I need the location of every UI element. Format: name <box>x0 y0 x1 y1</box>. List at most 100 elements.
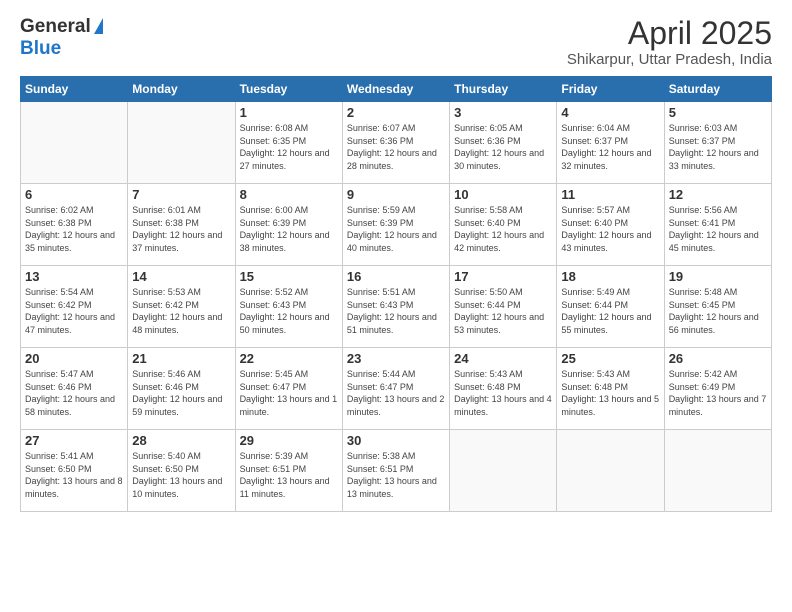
calendar-cell <box>664 430 771 512</box>
calendar-cell: 12 Sunrise: 5:56 AM Sunset: 6:41 PM Dayli… <box>664 184 771 266</box>
day-number: 11 <box>561 187 659 202</box>
day-number: 27 <box>25 433 123 448</box>
day-info: Sunrise: 6:03 AM Sunset: 6:37 PM Dayligh… <box>669 122 767 172</box>
calendar-cell: 25 Sunrise: 5:43 AM Sunset: 6:48 PM Dayli… <box>557 348 664 430</box>
day-number: 17 <box>454 269 552 284</box>
logo-general: General <box>20 16 91 38</box>
day-info: Sunrise: 5:56 AM Sunset: 6:41 PM Dayligh… <box>669 204 767 254</box>
day-number: 29 <box>240 433 338 448</box>
day-number: 21 <box>132 351 230 366</box>
day-info: Sunrise: 6:02 AM Sunset: 6:38 PM Dayligh… <box>25 204 123 254</box>
col-header-tuesday: Tuesday <box>235 77 342 102</box>
day-number: 3 <box>454 105 552 120</box>
calendar-week-2: 6 Sunrise: 6:02 AM Sunset: 6:38 PM Daylig… <box>21 184 772 266</box>
day-info: Sunrise: 6:05 AM Sunset: 6:36 PM Dayligh… <box>454 122 552 172</box>
day-info: Sunrise: 5:53 AM Sunset: 6:42 PM Dayligh… <box>132 286 230 336</box>
day-number: 6 <box>25 187 123 202</box>
day-info: Sunrise: 5:52 AM Sunset: 6:43 PM Dayligh… <box>240 286 338 336</box>
calendar-cell: 5 Sunrise: 6:03 AM Sunset: 6:37 PM Daylig… <box>664 102 771 184</box>
day-number: 14 <box>132 269 230 284</box>
day-info: Sunrise: 5:43 AM Sunset: 6:48 PM Dayligh… <box>454 368 552 418</box>
day-number: 12 <box>669 187 767 202</box>
calendar-cell: 16 Sunrise: 5:51 AM Sunset: 6:43 PM Dayli… <box>342 266 449 348</box>
calendar-cell: 1 Sunrise: 6:08 AM Sunset: 6:35 PM Daylig… <box>235 102 342 184</box>
day-info: Sunrise: 5:47 AM Sunset: 6:46 PM Dayligh… <box>25 368 123 418</box>
calendar-cell <box>557 430 664 512</box>
day-info: Sunrise: 5:40 AM Sunset: 6:50 PM Dayligh… <box>132 450 230 500</box>
calendar-cell: 19Sunrise: 5:48 AM Sunset: 6:45 PM Dayli… <box>664 266 771 348</box>
logo-triangle-icon <box>94 18 103 34</box>
day-info: Sunrise: 6:07 AM Sunset: 6:36 PM Dayligh… <box>347 122 445 172</box>
day-info: Sunrise: 6:04 AM Sunset: 6:37 PM Dayligh… <box>561 122 659 172</box>
day-info: Sunrise: 5:39 AM Sunset: 6:51 PM Dayligh… <box>240 450 338 500</box>
calendar-cell: 3 Sunrise: 6:05 AM Sunset: 6:36 PM Daylig… <box>450 102 557 184</box>
day-info: Sunrise: 6:01 AM Sunset: 6:38 PM Dayligh… <box>132 204 230 254</box>
day-number: 24 <box>454 351 552 366</box>
day-number: 20 <box>25 351 123 366</box>
calendar-week-5: 27 Sunrise: 5:41 AM Sunset: 6:50 PM Dayli… <box>21 430 772 512</box>
day-number: 10 <box>454 187 552 202</box>
page: General Blue April 2025 Shikarpur, Uttar… <box>0 0 792 612</box>
title-area: April 2025 Shikarpur, Uttar Pradesh, Ind… <box>567 16 772 68</box>
calendar-cell: 28 Sunrise: 5:40 AM Sunset: 6:50 PM Dayli… <box>128 430 235 512</box>
calendar-week-4: 20 Sunrise: 5:47 AM Sunset: 6:46 PM Dayli… <box>21 348 772 430</box>
day-info: Sunrise: 5:45 AM Sunset: 6:47 PM Dayligh… <box>240 368 338 418</box>
header: General Blue April 2025 Shikarpur, Uttar… <box>20 16 772 68</box>
day-number: 30 <box>347 433 445 448</box>
day-info: Sunrise: 5:51 AM Sunset: 6:43 PM Dayligh… <box>347 286 445 336</box>
day-number: 19 <box>669 269 767 284</box>
calendar-cell: 30 Sunrise: 5:38 AM Sunset: 6:51 PM Dayli… <box>342 430 449 512</box>
calendar-week-3: 13Sunrise: 5:54 AM Sunset: 6:42 PM Dayli… <box>21 266 772 348</box>
calendar-cell: 18Sunrise: 5:49 AM Sunset: 6:44 PM Dayli… <box>557 266 664 348</box>
col-header-wednesday: Wednesday <box>342 77 449 102</box>
logo: General Blue <box>20 16 103 60</box>
day-number: 25 <box>561 351 659 366</box>
calendar-cell: 21 Sunrise: 5:46 AM Sunset: 6:46 PM Dayli… <box>128 348 235 430</box>
day-info: Sunrise: 5:54 AM Sunset: 6:42 PM Dayligh… <box>25 286 123 336</box>
calendar-cell <box>128 102 235 184</box>
day-info: Sunrise: 5:44 AM Sunset: 6:47 PM Dayligh… <box>347 368 445 418</box>
calendar-cell: 9Sunrise: 5:59 AM Sunset: 6:39 PM Daylig… <box>342 184 449 266</box>
calendar-cell: 10 Sunrise: 5:58 AM Sunset: 6:40 PM Dayli… <box>450 184 557 266</box>
col-header-saturday: Saturday <box>664 77 771 102</box>
day-info: Sunrise: 5:57 AM Sunset: 6:40 PM Dayligh… <box>561 204 659 254</box>
day-info: Sunrise: 5:42 AM Sunset: 6:49 PM Dayligh… <box>669 368 767 418</box>
day-number: 15 <box>240 269 338 284</box>
day-info: Sunrise: 5:43 AM Sunset: 6:48 PM Dayligh… <box>561 368 659 418</box>
col-header-friday: Friday <box>557 77 664 102</box>
calendar-week-1: 1 Sunrise: 6:08 AM Sunset: 6:35 PM Daylig… <box>21 102 772 184</box>
day-number: 22 <box>240 351 338 366</box>
day-number: 7 <box>132 187 230 202</box>
calendar-cell: 23 Sunrise: 5:44 AM Sunset: 6:47 PM Dayli… <box>342 348 449 430</box>
day-info: Sunrise: 5:38 AM Sunset: 6:51 PM Dayligh… <box>347 450 445 500</box>
calendar-cell: 24 Sunrise: 5:43 AM Sunset: 6:48 PM Dayli… <box>450 348 557 430</box>
calendar-cell <box>450 430 557 512</box>
sub-title: Shikarpur, Uttar Pradesh, India <box>567 51 772 68</box>
day-number: 1 <box>240 105 338 120</box>
day-number: 23 <box>347 351 445 366</box>
col-header-sunday: Sunday <box>21 77 128 102</box>
calendar-cell: 22 Sunrise: 5:45 AM Sunset: 6:47 PM Dayli… <box>235 348 342 430</box>
calendar-cell: 17 Sunrise: 5:50 AM Sunset: 6:44 PM Dayli… <box>450 266 557 348</box>
day-info: Sunrise: 5:50 AM Sunset: 6:44 PM Dayligh… <box>454 286 552 336</box>
day-info: Sunrise: 5:41 AM Sunset: 6:50 PM Dayligh… <box>25 450 123 500</box>
day-number: 5 <box>669 105 767 120</box>
calendar-cell: 8Sunrise: 6:00 AM Sunset: 6:39 PM Daylig… <box>235 184 342 266</box>
main-title: April 2025 <box>567 16 772 51</box>
day-number: 16 <box>347 269 445 284</box>
day-number: 26 <box>669 351 767 366</box>
day-number: 28 <box>132 433 230 448</box>
day-info: Sunrise: 6:08 AM Sunset: 6:35 PM Dayligh… <box>240 122 338 172</box>
calendar-cell: 29 Sunrise: 5:39 AM Sunset: 6:51 PM Dayli… <box>235 430 342 512</box>
calendar-cell: 4 Sunrise: 6:04 AM Sunset: 6:37 PM Daylig… <box>557 102 664 184</box>
day-number: 2 <box>347 105 445 120</box>
day-number: 9 <box>347 187 445 202</box>
day-info: Sunrise: 5:46 AM Sunset: 6:46 PM Dayligh… <box>132 368 230 418</box>
calendar-cell: 11 Sunrise: 5:57 AM Sunset: 6:40 PM Dayli… <box>557 184 664 266</box>
day-number: 18 <box>561 269 659 284</box>
calendar-cell: 15 Sunrise: 5:52 AM Sunset: 6:43 PM Dayli… <box>235 266 342 348</box>
day-info: Sunrise: 5:58 AM Sunset: 6:40 PM Dayligh… <box>454 204 552 254</box>
calendar-cell: 2 Sunrise: 6:07 AM Sunset: 6:36 PM Daylig… <box>342 102 449 184</box>
day-number: 4 <box>561 105 659 120</box>
calendar-cell: 26 Sunrise: 5:42 AM Sunset: 6:49 PM Dayli… <box>664 348 771 430</box>
